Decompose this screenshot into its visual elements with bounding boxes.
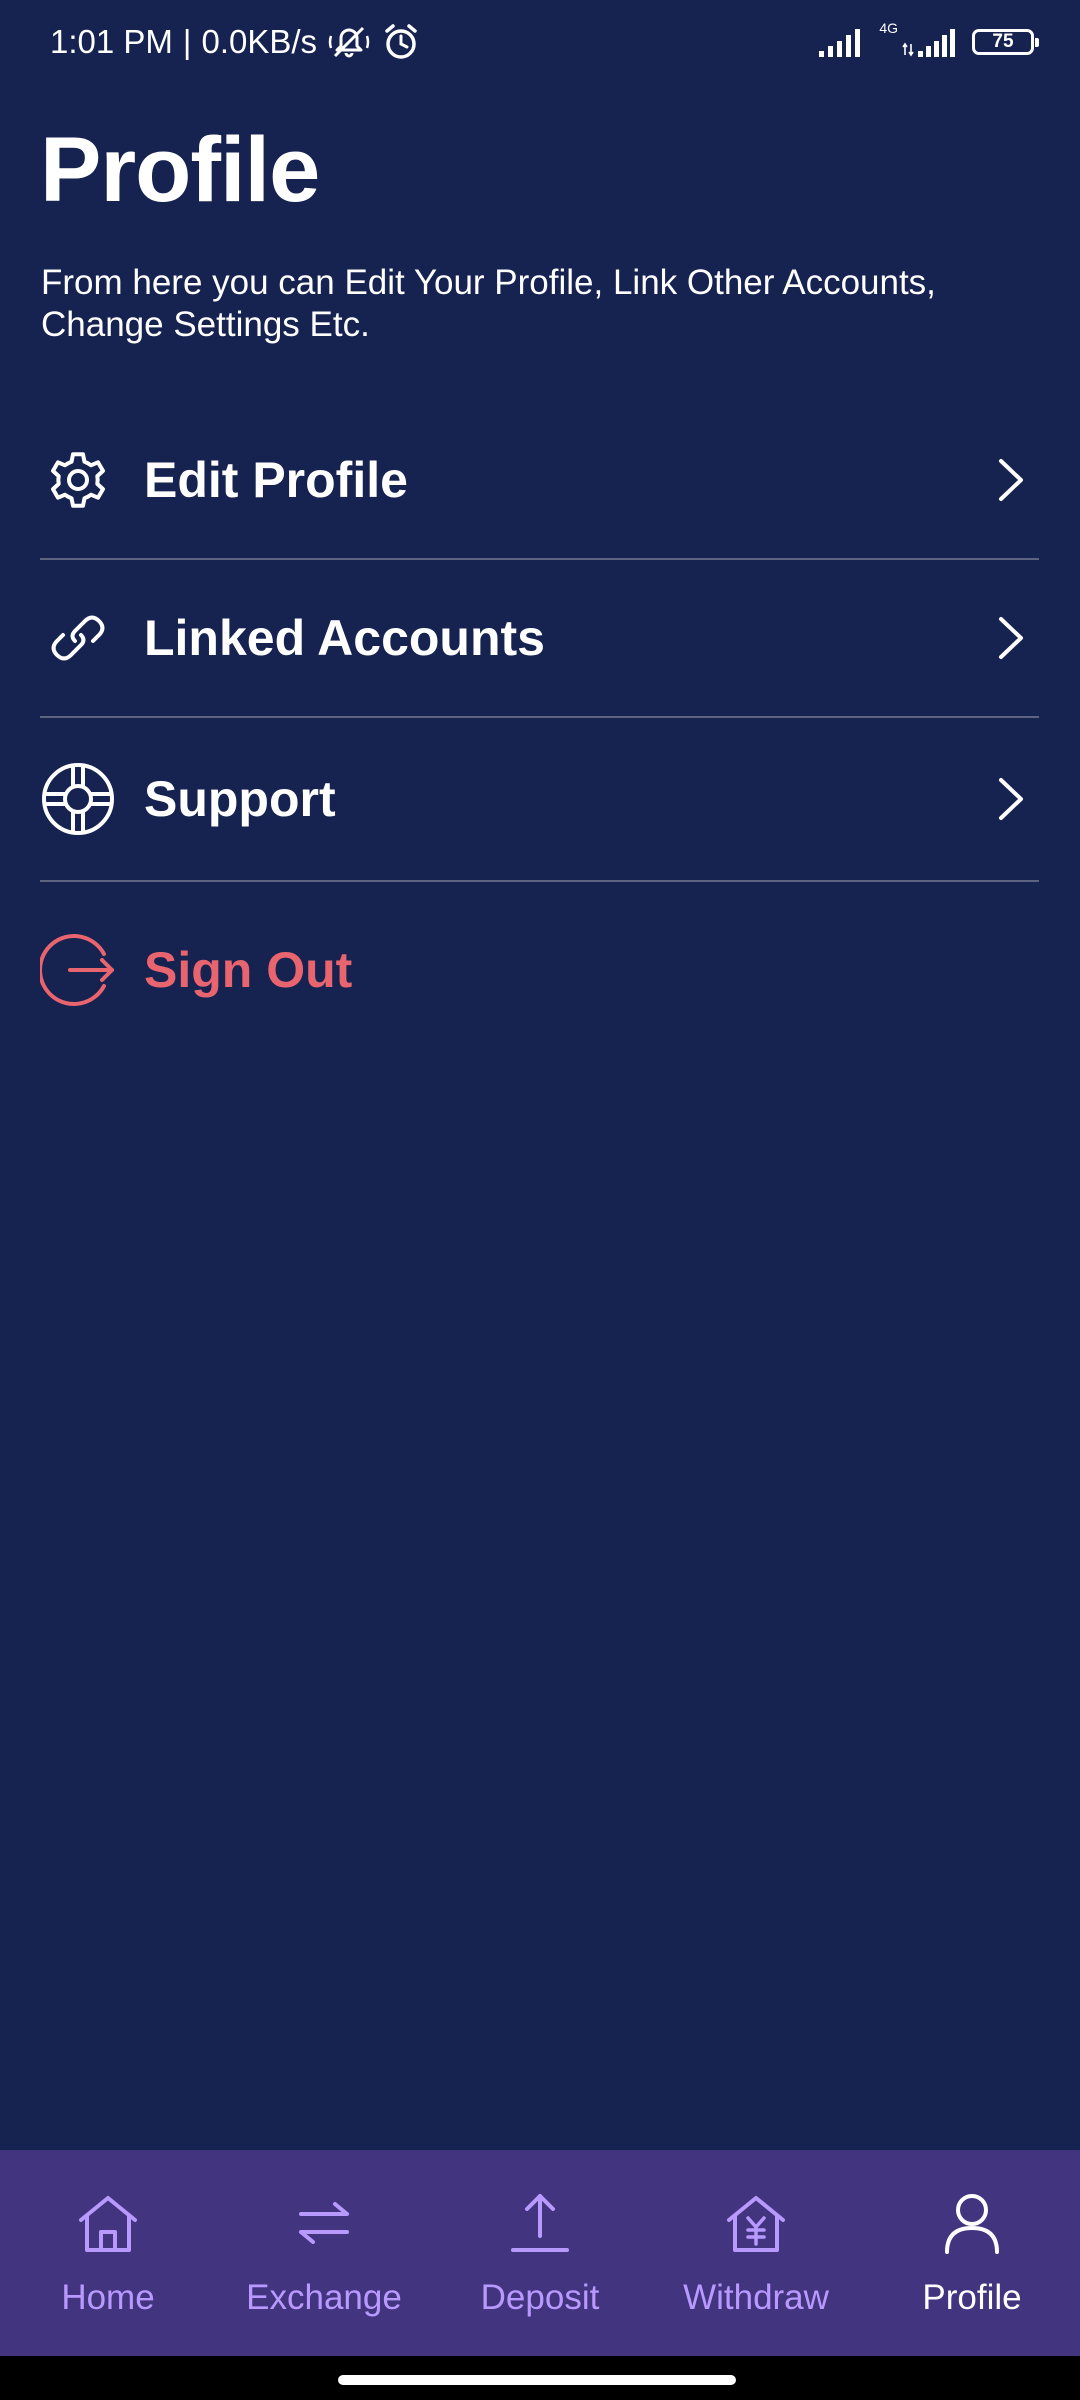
gear-icon [40,442,116,518]
withdraw-icon [727,2196,785,2252]
status-speed: 0.0KB/s [201,23,318,60]
status-left: 1:01 PM | 0.0KB/s [50,22,421,62]
nav-home[interactable]: Home [0,2150,216,2356]
sign-out-label: Sign Out [144,942,353,998]
nav-exchange-label: Exchange [246,2278,402,2317]
battery-level: 75 [992,31,1014,52]
home-icon [79,2196,137,2252]
network-tag: 4G [879,20,898,36]
logout-icon [40,932,116,1008]
upload-icon [511,2194,569,2252]
exchange-icon [299,2202,349,2244]
user-icon [945,2194,999,2254]
profile-menu: Edit Profile Linked Accounts Support [40,402,1039,882]
link-icon [40,600,116,676]
nav-profile[interactable]: Profile [864,2150,1080,2356]
nav-profile-label: Profile [922,2278,1022,2317]
mute-icon [327,22,371,62]
linked-accounts-item[interactable]: Linked Accounts [40,560,1039,718]
alarm-icon [381,22,421,62]
linked-accounts-label: Linked Accounts [144,610,545,666]
home-indicator[interactable] [338,2375,736,2385]
battery-icon: 75 [972,29,1039,55]
chevron-right-icon [999,778,1023,820]
sign-out-button[interactable]: Sign Out [40,925,352,1015]
status-bar: 1:01 PM | 0.0KB/s 4G 75 [0,0,1080,84]
nav-home-label: Home [61,2278,155,2317]
status-separator: | [182,23,192,60]
bottom-nav: Home Exchange Deposit Withdraw Profile [0,2150,1080,2356]
nav-withdraw[interactable]: Withdraw [648,2150,864,2356]
nav-exchange[interactable]: Exchange [216,2150,432,2356]
edit-profile-label: Edit Profile [144,452,408,508]
edit-profile-item[interactable]: Edit Profile [40,402,1039,560]
nav-deposit[interactable]: Deposit [432,2150,648,2356]
status-time: 1:01 PM [50,23,173,60]
support-item[interactable]: Support [40,718,1039,882]
signal-icon [817,27,865,57]
page-title: Profile [40,119,320,221]
page-subtitle: From here you can Edit Your Profile, Lin… [41,263,936,344]
status-right: 4G 75 [817,20,1039,57]
chevron-right-icon [999,617,1023,659]
nav-deposit-label: Deposit [480,2278,600,2317]
nav-withdraw-label: Withdraw [683,2278,829,2317]
lifebuoy-icon [40,761,116,837]
profile-screen: 1:01 PM | 0.0KB/s 4G 75 Profile From her… [0,0,1080,2400]
signal-4g-icon [902,27,958,57]
support-label: Support [144,771,336,827]
chevron-right-icon [999,459,1023,501]
